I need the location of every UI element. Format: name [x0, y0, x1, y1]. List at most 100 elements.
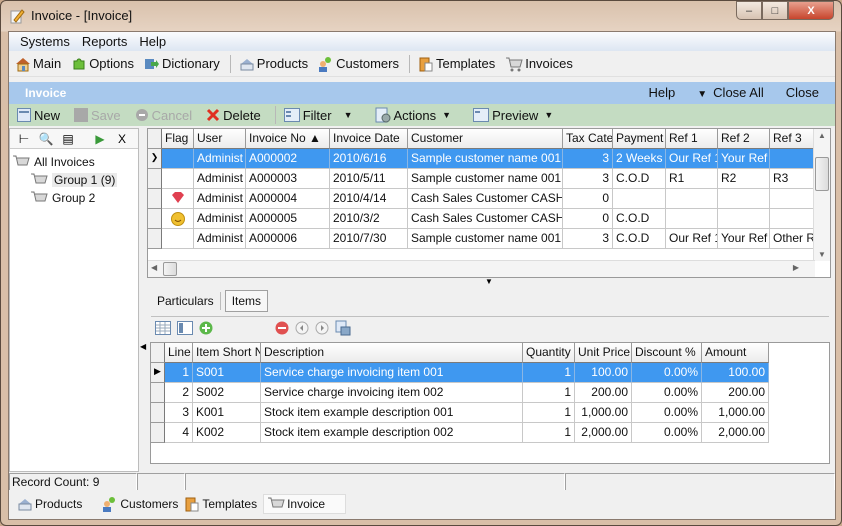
toolbar-options-button[interactable]: Options [71, 56, 134, 72]
table-view-icon[interactable]: ▤ [57, 132, 79, 146]
close-panel-button[interactable]: X [111, 132, 133, 146]
row-selector[interactable] [151, 403, 165, 423]
cancel-button[interactable]: Cancel [135, 108, 192, 123]
save-layout-icon[interactable] [335, 320, 351, 336]
tree-item-group-1[interactable]: Group 1 (9) [12, 171, 138, 189]
column-header[interactable]: Item Short N [193, 343, 261, 363]
scroll-thumb[interactable] [815, 157, 829, 191]
item-row[interactable]: 2 S002 Service charge invoicing item 002 1 2… [151, 383, 829, 403]
tree-view-icon[interactable]: ⊢ [13, 132, 35, 146]
preview-dropdown-icon[interactable]: ▼ [544, 110, 553, 120]
menu-reports[interactable]: Reports [76, 32, 134, 51]
column-header[interactable]: Ref 1 [666, 129, 718, 149]
column-header[interactable]: Line [165, 343, 193, 363]
cart-icon [268, 497, 285, 508]
toolbar-templates-button[interactable]: Templates [418, 56, 495, 72]
column-header[interactable]: Amount [702, 343, 769, 363]
scroll-right-icon[interactable]: ▶ [793, 263, 799, 272]
add-item-icon[interactable] [199, 321, 213, 335]
module-close-link[interactable]: Close [786, 85, 819, 100]
actions-button[interactable]: Actions ▼ [375, 107, 460, 123]
column-header[interactable]: Invoice No ▲ [246, 129, 330, 149]
invoice-grid-vertical-scrollbar[interactable]: ▲ ▼ [813, 129, 830, 261]
toolbar-customers-button[interactable]: Customers [318, 56, 399, 72]
tree-item-all-invoices[interactable]: All Invoices [12, 153, 138, 171]
invoice-row[interactable]: ❯ Administ A000002 2010/6/16 Sample customer… [148, 149, 830, 169]
new-button[interactable]: New [17, 108, 60, 123]
user-cell: Administ [194, 209, 246, 229]
item-row[interactable]: 3 K001 Stock item example description 001 1… [151, 403, 829, 423]
tab-items[interactable]: Items [224, 290, 269, 312]
customer-cell: Sample customer name 001 C [408, 229, 563, 249]
invoice-row[interactable]: Administ A000005 2010/3/2 Cash Sales Custom… [148, 209, 830, 229]
column-header[interactable]: Ref 2 [718, 129, 770, 149]
tab-particulars[interactable]: Particulars [151, 291, 220, 311]
row-selector[interactable] [148, 229, 162, 249]
next-icon[interactable] [315, 321, 329, 335]
toolbar-products-button[interactable]: Products [239, 56, 308, 72]
invoice-row[interactable]: Administ A000006 2010/7/30 Sample customer … [148, 229, 830, 249]
bottom-tab-templates[interactable]: Templates [184, 496, 257, 512]
column-header[interactable]: Description [261, 343, 523, 363]
invoice-row[interactable]: Administ A000003 2010/5/11 Sample customer … [148, 169, 830, 189]
date-cell: 2010/6/16 [330, 149, 408, 169]
bottom-tab-invoice[interactable]: Invoice [263, 494, 347, 514]
form-view-icon[interactable] [177, 320, 193, 335]
row-selector[interactable] [151, 423, 165, 443]
hscroll-thumb[interactable] [163, 262, 177, 276]
menu-help[interactable]: Help [133, 32, 172, 51]
delete-button[interactable]: Delete [206, 108, 261, 123]
module-help-link[interactable]: Help [649, 85, 676, 100]
column-header[interactable]: Invoice Date [330, 129, 408, 149]
row-selector[interactable]: ❯ [148, 149, 162, 169]
column-header[interactable]: User [194, 129, 246, 149]
line-cell: 3 [165, 403, 193, 423]
item-row[interactable]: 4 K002 Stock item example description 002 1… [151, 423, 829, 443]
filter-dropdown-icon[interactable]: ▼ [344, 110, 353, 120]
column-header[interactable]: Flag [162, 129, 194, 149]
column-header[interactable]: Payment [613, 129, 666, 149]
bottom-tab-products[interactable]: Products [17, 497, 82, 511]
search-icon[interactable]: 🔍 [35, 132, 57, 146]
bottom-tab-customers[interactable]: Customers [102, 496, 178, 512]
scroll-up-icon[interactable]: ▲ [814, 131, 830, 140]
toolbar-invoices-button[interactable]: Invoices [505, 56, 573, 72]
close-all-dropdown[interactable]: ▼ Close All [697, 85, 763, 100]
row-selector[interactable] [148, 209, 162, 229]
toolbar-dictionary-button[interactable]: Dictionary [144, 56, 220, 72]
column-header[interactable]: Unit Price [575, 343, 632, 363]
menu-systems[interactable]: Systems [14, 32, 76, 51]
item-row[interactable]: ▶ 1 S001 Service charge invoicing item 001 1… [151, 363, 829, 383]
scroll-down-icon[interactable]: ▼ [814, 250, 830, 259]
preview-label: Preview [492, 107, 539, 123]
column-header[interactable]: Customer [408, 129, 563, 149]
customer-cell: Cash Sales Customer CASH [408, 209, 563, 229]
filter-button[interactable]: Filter ▼ [283, 108, 361, 123]
tax-cell: 3 [563, 149, 613, 169]
previous-icon[interactable] [295, 321, 309, 335]
export-icon[interactable]: ▶ [89, 132, 111, 146]
row-selector[interactable] [151, 383, 165, 403]
minimize-button[interactable]: – [736, 1, 762, 20]
toolbar-main-button[interactable]: Main [15, 56, 61, 72]
row-selector[interactable] [148, 169, 162, 189]
close-window-button[interactable]: X [788, 1, 834, 20]
collapse-arrow-icon[interactable]: ◀ [140, 342, 146, 351]
row-selector[interactable]: ▶ [151, 363, 165, 383]
ref1-cell: R1 [666, 169, 718, 189]
preview-button[interactable]: Preview ▼ [473, 108, 561, 123]
actions-dropdown-icon[interactable]: ▼ [442, 110, 451, 120]
remove-item-icon[interactable] [275, 321, 289, 335]
grid-view-icon[interactable] [155, 320, 171, 335]
invoice-row[interactable]: Administ A000004 2010/4/14 Cash Sales Custo… [148, 189, 830, 209]
maximize-button[interactable]: □ [762, 1, 788, 20]
save-button[interactable]: Save [74, 108, 121, 123]
splitter-arrow-icon[interactable]: ▼ [485, 277, 493, 286]
invoice-grid-horizontal-scrollbar[interactable]: ◀ ▶ [148, 260, 815, 277]
row-selector[interactable] [148, 189, 162, 209]
scroll-left-icon[interactable]: ◀ [151, 263, 157, 272]
tree-item-group-2[interactable]: Group 2 [12, 189, 138, 207]
column-header[interactable]: Discount % [632, 343, 702, 363]
column-header[interactable]: Tax Categ [563, 129, 613, 149]
column-header[interactable]: Quantity [523, 343, 575, 363]
